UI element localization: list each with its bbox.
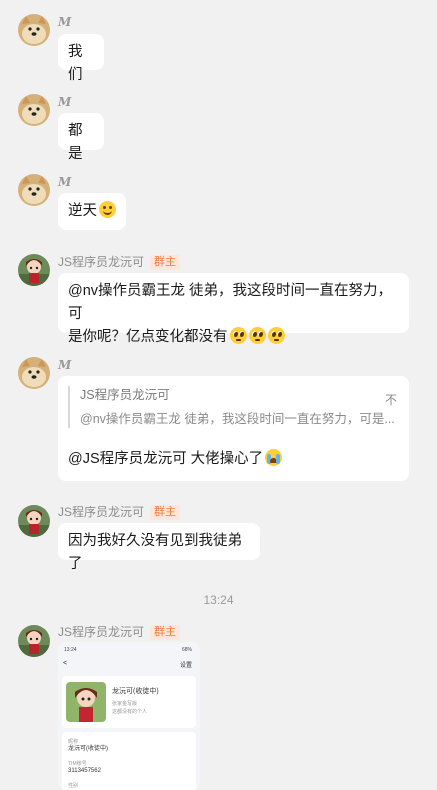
crying-emoji [265,449,283,466]
pleading-emoji [229,327,247,344]
pleading-emoji [248,327,266,344]
sender-name: M [58,358,72,372]
group-owner-badge: 群主 [150,625,181,640]
reply-message-bubble[interactable]: JS程序员龙沅可 @nv操作员霸王龙 徒弟，我这段时间一直在努力，可是... 不… [58,376,409,481]
shot-field-label: 性别 [68,783,79,789]
sender-name: M [58,175,72,189]
girl-avatar[interactable] [18,505,50,537]
shot-field-value: 龙沅可(收徒中) [68,746,108,752]
quoted-message[interactable]: JS程序员龙沅可 @nv操作员霸王龙 徒弟，我这段时间一直在努力，可是... [68,386,399,428]
shot-field-value: 3113457562 [68,768,101,774]
message-text: 是你呢？亿点变化都没有 [68,329,228,345]
doge-avatar[interactable] [18,174,50,206]
screenshot-image[interactable]: 13:24 68% < 设置 龙沅可(收徒中) 张家金写版 这都没有的个人 昵称… [58,642,200,790]
sender-name: JS程序员龙沅可 群主 [58,505,181,520]
sender-name-text: JS程序员龙沅可 [58,505,145,519]
girl-avatar[interactable] [18,254,50,286]
doge-avatar[interactable] [18,94,50,126]
message-bubble[interactable]: @nv操作员霸王龙 徒弟，我这段时间一直在努力，可 是你呢？亿点变化都没有 [58,273,409,345]
quote-flag: 不 [384,393,397,407]
doge-avatar[interactable] [18,14,50,46]
sender-name: JS程序员龙沅可 群主 [58,255,181,270]
group-owner-badge: 群主 [150,505,181,520]
shot-status-time: 13:24 [64,647,77,653]
message-text-row: @JS程序员龙沅可 大佬操心了 [68,448,283,471]
shot-battery: 68% [181,647,192,653]
quoted-text: @nv操作员霸王龙 徒弟，我这段时间一直在努力，可是... [80,412,395,426]
shot-profile-name: 龙沅可(收徒中) [112,688,159,695]
shot-profile-avatar [66,682,106,722]
doge-avatar[interactable] [18,357,50,389]
message-text-line1: @nv操作员霸王龙 徒弟，我这段时间一直在努力，可 [68,283,393,322]
message-text-line2: 是你呢？亿点变化都没有 [68,326,399,349]
pleading-emoji [267,327,285,344]
back-icon: < [63,660,68,667]
shot-settings: 设置 [179,663,192,669]
message-bubble[interactable]: 我们 [58,34,104,83]
sender-name: M [58,95,72,109]
sender-name: JS程序员龙沅可 群主 [58,625,181,640]
message-text: 逆天 [68,203,97,219]
message-text: @JS程序员龙沅可 大佬操心了 [68,451,264,467]
message-text: 都是 [68,123,83,162]
shot-profile-card: 龙沅可(收徒中) 张家金写版 这都没有的个人 [62,676,196,728]
quoted-sender: JS程序员龙沅可 [80,388,170,402]
message-bubble[interactable]: 都是 [58,113,104,162]
girl-avatar[interactable] [18,625,50,657]
shot-profile-note: 这都没有的个人 [112,709,148,715]
sender-name-text: JS程序员龙沅可 [58,255,145,269]
smile-emoji [99,201,116,218]
time-divider: 13:24 [203,593,234,607]
message-text: 因为我好久没有见到我徒弟了 [68,533,242,572]
message-bubble[interactable]: 因为我好久没有见到我徒弟了 [58,523,260,572]
shot-info-card: 昵称 龙沅可(收徒中) TIM账号 3113457562 性别 [62,732,196,790]
message-text: 我们 [68,44,83,83]
message-bubble[interactable]: 逆天 [58,193,126,230]
shot-profile-sub: 张家金写版 [112,701,138,707]
sender-name-text: JS程序员龙沅可 [58,625,145,639]
group-owner-badge: 群主 [150,255,181,270]
sender-name: M [58,15,72,29]
